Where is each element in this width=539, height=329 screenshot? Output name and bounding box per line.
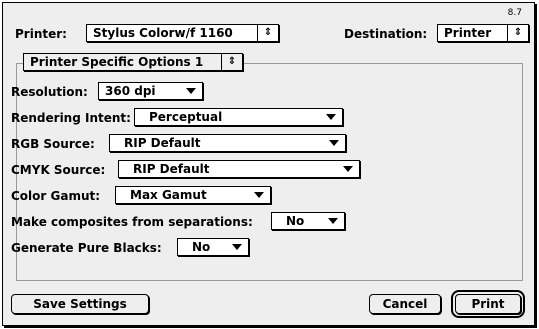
rendering-intent-popup[interactable]: Perceptual <box>134 108 343 126</box>
triangle-down-icon <box>343 166 353 172</box>
triangle-down-icon <box>328 218 338 224</box>
panel-selector-value: Printer Specific Options 1 <box>30 55 204 69</box>
cancel-button[interactable]: Cancel <box>369 294 441 314</box>
printer-popup[interactable]: Stylus Colorw/f 1160 ⇕ <box>86 24 279 42</box>
composites-value: No <box>286 214 305 228</box>
color-gamut-popup[interactable]: Max Gamut <box>115 186 271 204</box>
rgb-source-label: RGB Source: <box>11 137 95 151</box>
resolution-popup[interactable]: 360 dpi <box>98 82 203 100</box>
print-dialog: 8.7 Printer: Stylus Colorw/f 1160 ⇕ Dest… <box>2 2 535 326</box>
destination-label: Destination: <box>344 27 428 41</box>
triangle-down-icon <box>232 244 242 250</box>
updown-arrows-icon: ⇕ <box>507 25 528 41</box>
panel-selector-popup[interactable]: Printer Specific Options 1 ⇕ <box>23 53 243 71</box>
print-button[interactable]: Print <box>451 290 525 318</box>
pure-blacks-label: Generate Pure Blacks: <box>11 241 162 255</box>
cmyk-source-popup[interactable]: RIP Default <box>118 160 360 178</box>
rendering-intent-value: Perceptual <box>149 110 223 124</box>
triangle-down-icon <box>326 114 336 120</box>
composites-popup[interactable]: No <box>271 212 345 230</box>
triangle-down-icon <box>254 192 264 198</box>
printer-value: Stylus Colorw/f 1160 <box>93 26 233 40</box>
color-gamut-value: Max Gamut <box>130 188 207 202</box>
version-label: 8.7 <box>507 8 522 18</box>
triangle-down-icon <box>186 88 196 94</box>
updown-arrows-icon: ⇕ <box>257 25 278 41</box>
resolution-value: 360 dpi <box>105 84 156 98</box>
pure-blacks-value: No <box>192 240 211 254</box>
destination-value: Printer <box>444 26 492 40</box>
cmyk-source-label: CMYK Source: <box>11 163 106 177</box>
triangle-down-icon <box>329 140 339 146</box>
cmyk-source-value: RIP Default <box>133 162 210 176</box>
rendering-intent-label: Rendering Intent: <box>11 111 131 125</box>
color-gamut-label: Color Gamut: <box>11 189 101 203</box>
rgb-source-popup[interactable]: RIP Default <box>109 134 346 152</box>
destination-popup[interactable]: Printer ⇕ <box>437 24 529 42</box>
updown-arrows-icon: ⇕ <box>221 54 242 70</box>
save-settings-button[interactable]: Save Settings <box>11 294 149 314</box>
composites-label: Make composites from separations: <box>11 215 253 229</box>
pure-blacks-popup[interactable]: No <box>177 238 249 256</box>
rgb-source-value: RIP Default <box>124 136 201 150</box>
printer-label: Printer: <box>15 27 67 41</box>
resolution-label: Resolution: <box>11 85 88 99</box>
